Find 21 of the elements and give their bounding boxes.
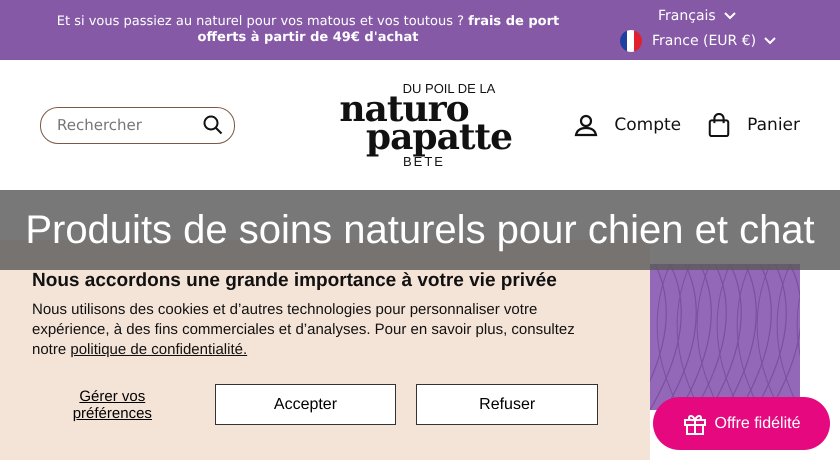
chevron-down-icon bbox=[764, 37, 776, 45]
user-icon bbox=[574, 113, 598, 137]
logo[interactable]: DU POIL DE LA naturo papatte BÊTE bbox=[329, 82, 519, 168]
refuse-button[interactable]: Refuser bbox=[416, 384, 598, 425]
cart-link[interactable]: Panier bbox=[707, 113, 800, 137]
chevron-down-icon bbox=[724, 12, 736, 20]
account-link[interactable]: Compte bbox=[574, 113, 682, 137]
cookie-text: Nous utilisons des cookies et d’autres technologies pour personnaliser votre expérience, à des fins commerciales et d’analyses. Pour en savoir plus, consultez notre politique de confidentialité. bbox=[32, 300, 576, 360]
accept-button[interactable]: Accepter bbox=[214, 384, 396, 425]
loyalty-button[interactable]: Offre fidélité bbox=[653, 397, 830, 450]
privacy-policy-link[interactable]: politique de confidentialité. bbox=[70, 341, 248, 358]
search-field[interactable]: Rechercher bbox=[40, 106, 235, 144]
cookie-title: Nous accordons une grande importance à votre vie privée bbox=[32, 270, 558, 292]
flag-icon bbox=[620, 30, 642, 52]
language-selector[interactable]: Français bbox=[658, 8, 736, 24]
overlay-title: Produits de soins naturels pour chien et chat bbox=[25, 208, 815, 252]
shopping-bag-icon bbox=[707, 113, 732, 137]
manage-preferences-link[interactable]: Gérer vos préférences bbox=[48, 388, 177, 422]
country-selector[interactable]: France (EUR €) bbox=[620, 30, 776, 52]
search-icon[interactable] bbox=[203, 114, 223, 134]
announcement-text: Et si vous passiez au naturel pour vos matous et vos toutous ? frais de port offerts à partir de 49€ d'achat bbox=[56, 14, 560, 46]
